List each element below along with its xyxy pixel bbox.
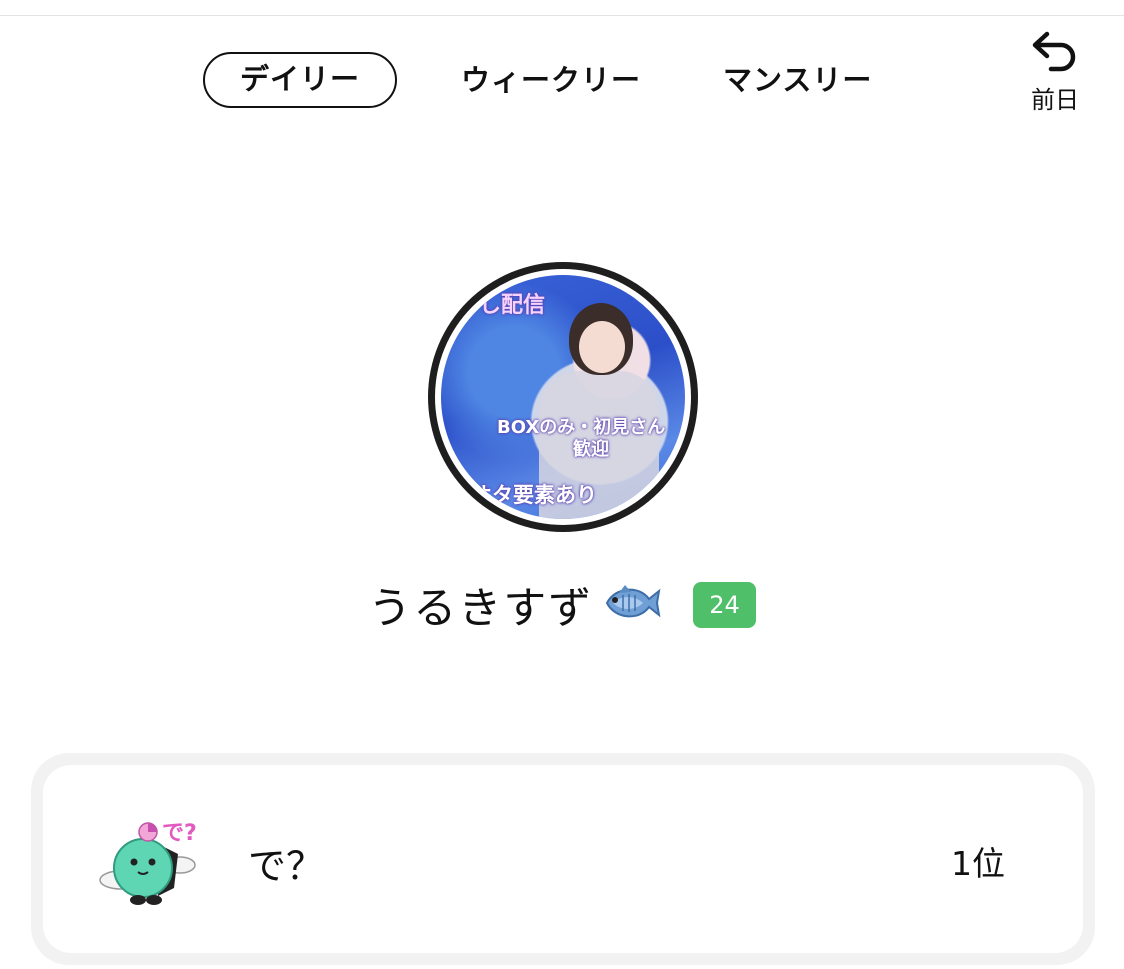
ranking-card: で? で？ 1位 xyxy=(31,753,1095,965)
level-badge: 24 xyxy=(693,582,756,628)
avatar-text-3: 歓迎 xyxy=(573,439,609,460)
user-name-row: うるきすず 24 xyxy=(0,574,1124,636)
avatar-text-1: し配信 xyxy=(479,293,546,318)
avatar-ring: し配信 BOXのみ・初見さん 歓迎 オタ要素あり xyxy=(435,269,691,525)
avatar[interactable]: し配信 BOXのみ・初見さん 歓迎 オタ要素あり xyxy=(428,262,698,532)
avatar-image: し配信 BOXのみ・初見さん 歓迎 オタ要素あり xyxy=(441,275,685,519)
avatar-figure-face xyxy=(579,321,625,373)
ranking-item[interactable]: で? で？ 1位 xyxy=(43,765,1083,953)
ranking-label: で？ xyxy=(248,844,325,888)
undo-arrow-icon xyxy=(1032,31,1076,72)
period-tabs: デイリー ウィークリー マンスリー xyxy=(203,50,872,110)
mascot-icon: で? xyxy=(98,810,198,914)
previous-day-label: 前日 xyxy=(1031,86,1079,114)
tab-daily[interactable]: デイリー xyxy=(203,52,397,108)
user-name[interactable]: うるきすず xyxy=(368,574,593,636)
avatar-text-4: オタ要素あり xyxy=(471,483,597,507)
tab-monthly[interactable]: マンスリー xyxy=(723,52,872,108)
mascot-text: で? xyxy=(162,821,197,846)
previous-day-button[interactable]: 前日 xyxy=(1020,30,1090,115)
ranking-position: 1位 xyxy=(951,844,1005,883)
tab-weekly[interactable]: ウィークリー xyxy=(461,52,641,108)
fish-icon xyxy=(599,581,661,629)
top-divider xyxy=(0,15,1124,16)
